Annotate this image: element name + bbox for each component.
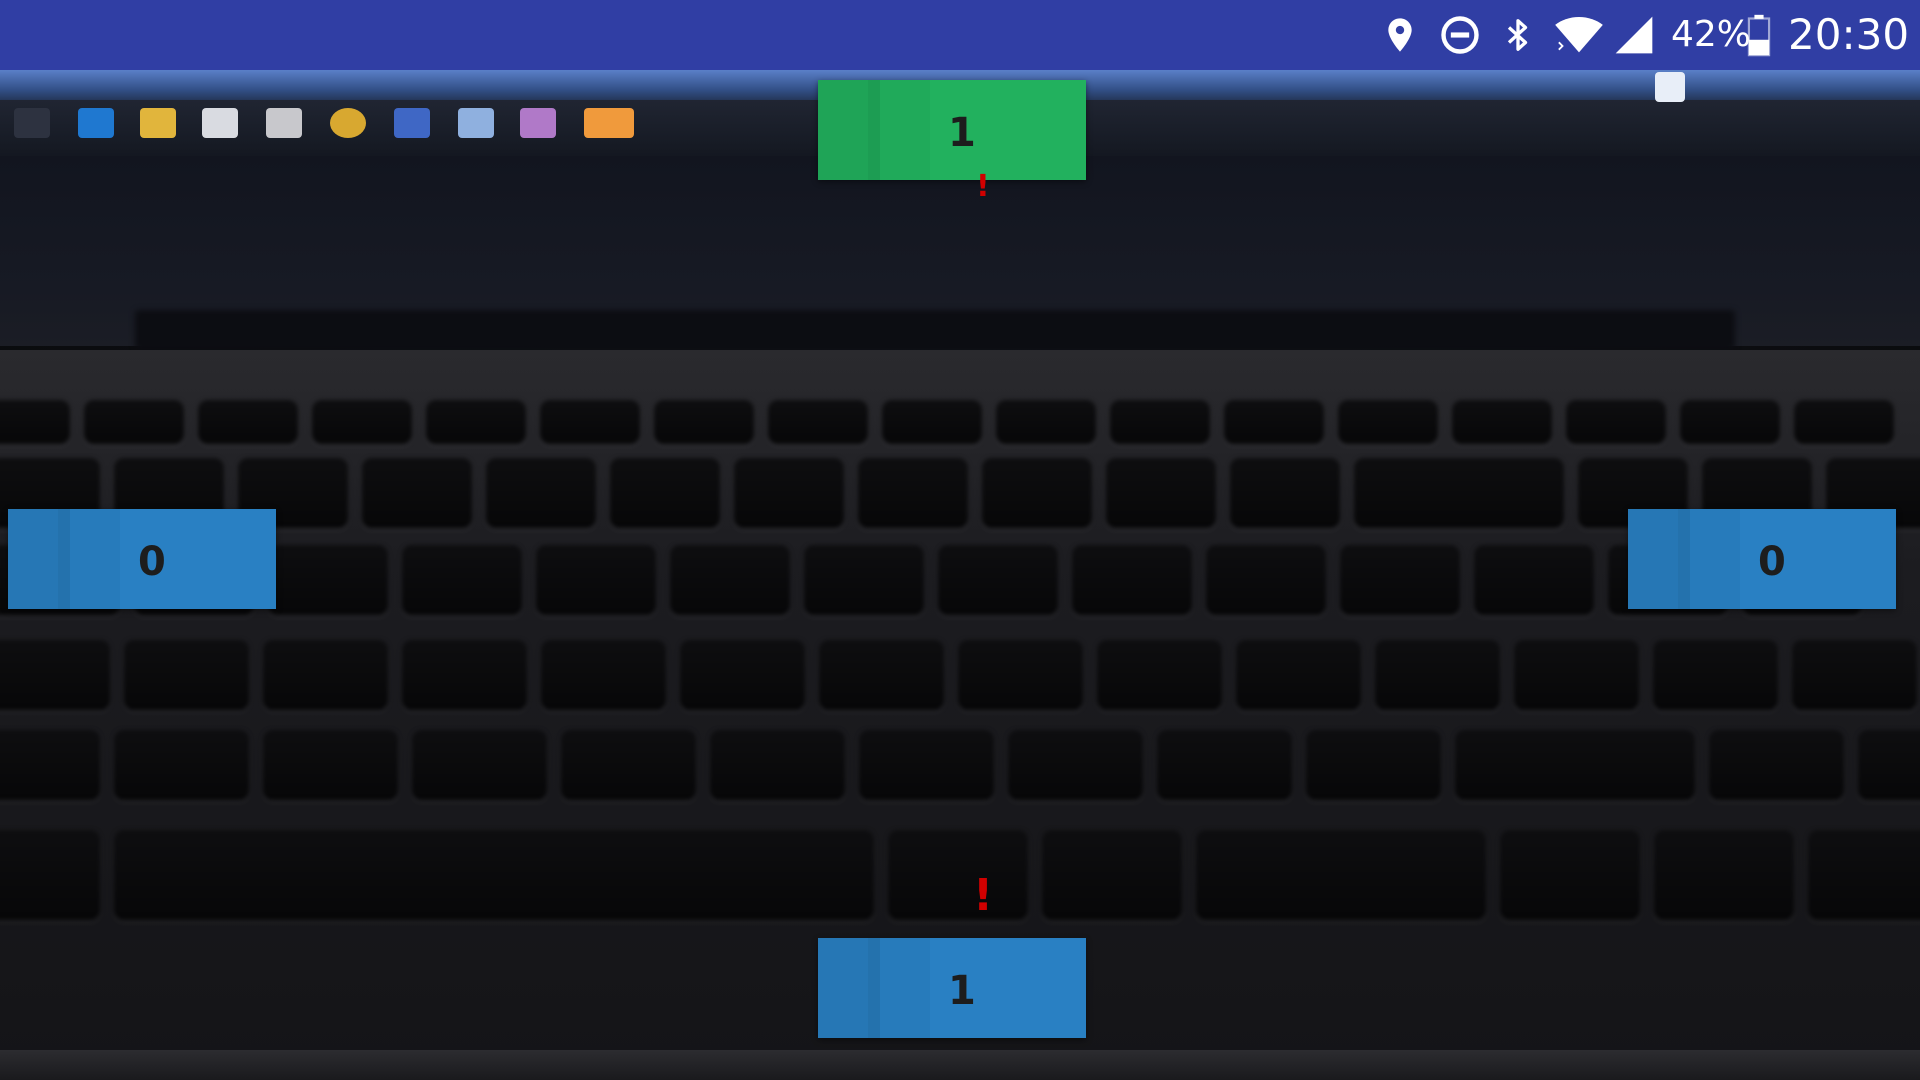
keyboard-row bbox=[0, 730, 1920, 800]
do-not-disturb-icon bbox=[1441, 16, 1479, 54]
bottom-alert-marker: ! bbox=[973, 870, 994, 921]
clock: 20:30 bbox=[1788, 10, 1910, 59]
top-alert-marker: ! bbox=[976, 169, 990, 204]
right-direction-counter[interactable]: 0 bbox=[1628, 509, 1896, 609]
battery-percentage: 42% bbox=[1671, 14, 1752, 55]
left-counter-value: 0 bbox=[138, 539, 166, 585]
top-counter-value: 1 bbox=[948, 110, 976, 156]
taskbar-app-icon bbox=[520, 108, 556, 138]
battery-icon bbox=[1747, 14, 1771, 57]
taskbar-app-icon bbox=[140, 108, 176, 138]
taskbar-app-icon bbox=[78, 108, 114, 138]
cellular-signal-icon bbox=[1615, 16, 1653, 54]
taskbar-app-icon bbox=[202, 108, 238, 138]
keyboard-row bbox=[0, 400, 1894, 444]
laptop-bezel bbox=[135, 310, 1735, 350]
keyboard-row bbox=[0, 640, 1917, 710]
taskbar-app-icon bbox=[330, 108, 366, 138]
wifi-icon bbox=[1555, 17, 1603, 53]
taskbar-app-icon bbox=[266, 108, 302, 138]
taskbar-app-icon bbox=[458, 108, 494, 138]
taskbar-app-icon bbox=[584, 108, 634, 138]
taskbar-app-icon bbox=[394, 108, 430, 138]
bluetooth-icon bbox=[1507, 19, 1528, 51]
left-direction-counter[interactable]: 0 bbox=[8, 509, 276, 609]
bottom-counter-value: 1 bbox=[948, 968, 976, 1014]
location-icon bbox=[1388, 18, 1412, 52]
right-counter-value: 0 bbox=[1758, 539, 1786, 585]
keyboard-row bbox=[0, 545, 1862, 615]
top-direction-counter[interactable]: 1 bbox=[818, 80, 1086, 180]
taskbar-app-icon bbox=[14, 108, 50, 138]
bottom-direction-counter[interactable]: 1 bbox=[818, 938, 1086, 1038]
status-bar: 42% 20:30 bbox=[0, 0, 1920, 70]
taskbar-app-icon bbox=[1655, 72, 1685, 102]
keyboard-row bbox=[0, 830, 1920, 920]
laptop-front-edge bbox=[0, 1050, 1920, 1080]
